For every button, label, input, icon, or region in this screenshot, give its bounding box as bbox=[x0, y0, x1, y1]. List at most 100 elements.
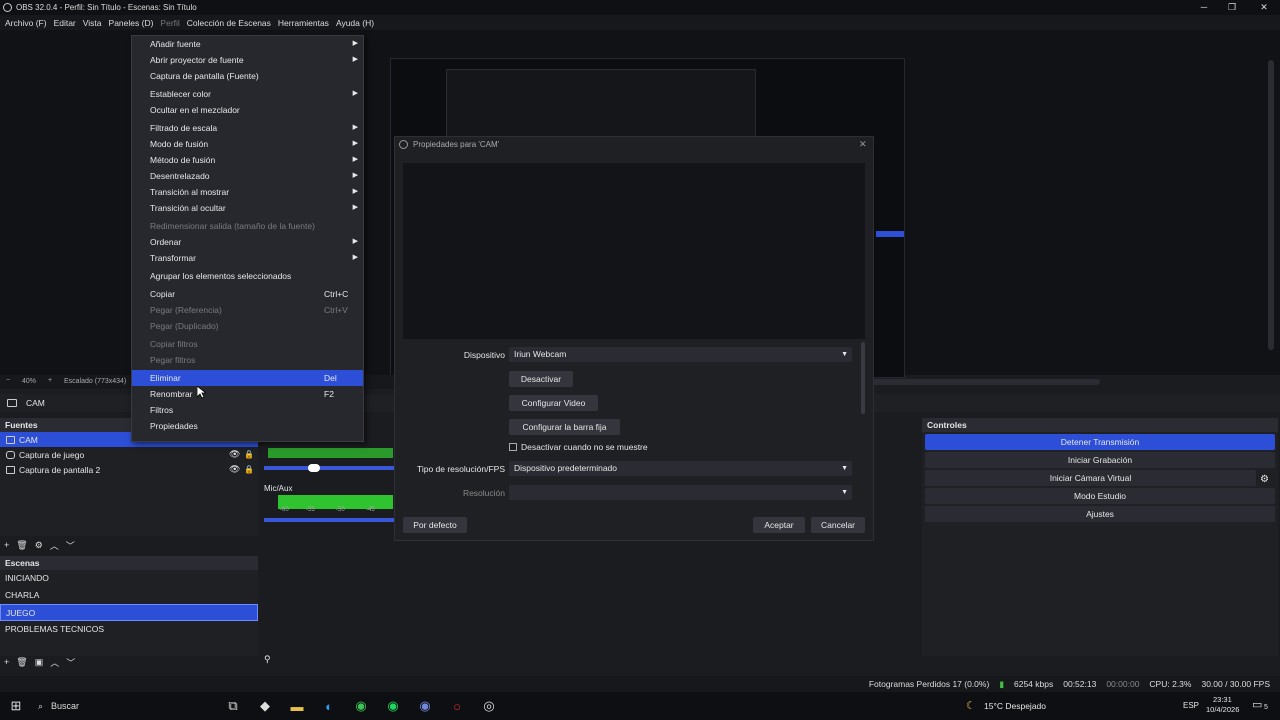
volume-slider-handle[interactable] bbox=[308, 464, 320, 472]
studio-mode-button[interactable]: Modo Estudio bbox=[925, 488, 1275, 504]
menu-item-show-transition[interactable]: Transición al mostrar ▶ bbox=[132, 184, 363, 200]
windows-start-icon[interactable]: ⊞ bbox=[5, 695, 27, 717]
zoom-out-icon[interactable]: − bbox=[6, 377, 10, 384]
resolution-select[interactable]: ▼ bbox=[509, 485, 852, 500]
notification-icon[interactable]: ▭ bbox=[1252, 698, 1262, 711]
menu-item-blend-mode[interactable]: Modo de fusión ▶ bbox=[132, 136, 363, 152]
configure-video-button[interactable]: Configurar Video bbox=[509, 395, 598, 411]
zoom-in-icon[interactable]: + bbox=[48, 377, 52, 384]
configure-crossbar-button[interactable]: Configurar la barra fija bbox=[509, 419, 620, 435]
gear-icon[interactable]: ⚙ bbox=[1260, 474, 1269, 485]
menu-item-deinterlacing[interactable]: Desentrelazado ▶ bbox=[132, 168, 363, 184]
close-icon[interactable]: ✕ bbox=[859, 139, 867, 150]
menu-item-label: Copiar bbox=[150, 289, 176, 299]
menu-item-hide-transition[interactable]: Transición al ocultar ▶ bbox=[132, 200, 363, 216]
menu-item-group-selected[interactable]: Agrupar los elementos seleccionados bbox=[132, 268, 363, 284]
menu-item-scale-filtering[interactable]: Filtrado de escala ▶ bbox=[132, 120, 363, 136]
menu-item-properties[interactable]: Propiedades bbox=[132, 418, 363, 434]
add-scene-icon[interactable]: + bbox=[4, 657, 9, 667]
menu-archivo[interactable]: Archivo (F) bbox=[5, 18, 47, 28]
menu-item-shortcut: Ctrl+V bbox=[324, 305, 348, 315]
eye-icon[interactable]: 👁 bbox=[229, 464, 240, 475]
resolution-type-label: Tipo de resolución/FPS bbox=[416, 464, 505, 474]
menu-vista[interactable]: Vista bbox=[83, 18, 102, 28]
add-source-icon[interactable]: + bbox=[4, 540, 9, 550]
whatsapp-icon[interactable]: ◉ bbox=[350, 695, 372, 717]
clock-time[interactable]: 23:31 bbox=[1213, 695, 1232, 704]
menu-item-set-color[interactable]: Establecer color ▶ bbox=[132, 86, 363, 102]
stop-stream-button[interactable]: Detener Transmisión bbox=[925, 434, 1275, 450]
menu-item-filters[interactable]: Filtros bbox=[132, 402, 363, 418]
preview-scrollbar[interactable] bbox=[1268, 60, 1274, 350]
device-label: Dispositivo bbox=[463, 350, 505, 360]
language-indicator[interactable]: ESP bbox=[1183, 701, 1199, 710]
obs-taskbar-icon[interactable]: ◎ bbox=[478, 695, 500, 717]
gear-icon[interactable]: ⚙ bbox=[35, 540, 43, 551]
menu-item-transform[interactable]: Transformar ▶ bbox=[132, 250, 363, 266]
close-button[interactable]: ✕ bbox=[1248, 0, 1280, 15]
arrow-down-icon[interactable]: ﹀ bbox=[66, 656, 75, 669]
menu-item-screenshot-source[interactable]: Captura de pantalla (Fuente) bbox=[132, 68, 363, 84]
task-view-icon[interactable]: ⧉ bbox=[222, 695, 244, 717]
arrow-down-icon[interactable]: ﹀ bbox=[66, 539, 75, 552]
link-icon[interactable]: ⚲ bbox=[264, 654, 271, 665]
spotify-icon[interactable]: ◉ bbox=[382, 695, 404, 717]
scene-item-problemas-tecnicos[interactable]: PROBLEMAS TECNICOS bbox=[0, 621, 258, 638]
gamepad-icon bbox=[6, 450, 15, 459]
resolution-type-select[interactable]: Dispositivo predeterminado ▼ bbox=[509, 461, 852, 476]
edge-icon[interactable]: ◐ bbox=[318, 695, 340, 717]
menu-item-blend-method[interactable]: Método de fusión ▶ bbox=[132, 152, 363, 168]
trash-icon[interactable]: 🗑 bbox=[16, 657, 27, 668]
trash-icon[interactable]: 🗑 bbox=[16, 540, 27, 551]
volume-slider-1[interactable] bbox=[264, 466, 394, 470]
opera-icon[interactable]: ○ bbox=[446, 695, 468, 717]
properties-scrollbar[interactable] bbox=[861, 342, 865, 414]
menu-item-remove[interactable]: Eliminar Del bbox=[132, 370, 363, 386]
camera-icon bbox=[7, 399, 17, 407]
file-explorer-icon[interactable]: ▬ bbox=[286, 695, 308, 717]
accept-button[interactable]: Aceptar bbox=[753, 517, 805, 533]
copilot-icon[interactable]: ◆ bbox=[254, 695, 276, 717]
source-item-game-capture[interactable]: Captura de juego 👁 🔒 bbox=[0, 447, 258, 462]
deactivate-button[interactable]: Desactivar bbox=[509, 371, 573, 387]
maximize-button[interactable]: ❐ bbox=[1216, 0, 1248, 15]
arrow-up-icon[interactable]: ︿ bbox=[50, 656, 59, 669]
defaults-button[interactable]: Por defecto bbox=[403, 517, 467, 533]
weather-text[interactable]: 15°C Despejado bbox=[984, 701, 1046, 711]
chevron-down-icon: ▼ bbox=[841, 351, 848, 358]
mixer-channel-label: Mic/Aux bbox=[264, 484, 293, 493]
device-select[interactable]: Iriun Webcam ▼ bbox=[509, 347, 852, 362]
menu-item-add-source[interactable]: Añadir fuente ▶ bbox=[132, 36, 363, 52]
lock-icon[interactable]: 🔒 bbox=[244, 450, 254, 459]
lock-icon[interactable]: 🔒 bbox=[244, 465, 254, 474]
source-item-screen-capture[interactable]: Captura de pantalla 2 👁 🔒 bbox=[0, 462, 258, 477]
menu-item-hide-in-mixer[interactable]: Ocultar en el mezclador bbox=[132, 102, 363, 118]
menu-editar[interactable]: Editar bbox=[54, 18, 76, 28]
scene-item-juego[interactable]: JUEGO bbox=[0, 604, 258, 621]
menu-coleccion-escenas[interactable]: Colección de Escenas bbox=[187, 18, 271, 28]
menu-item-label: Pegar (Duplicado) bbox=[150, 321, 219, 331]
menu-item-open-source-projector[interactable]: Abrir proyector de fuente ▶ bbox=[132, 52, 363, 68]
menu-item-copy[interactable]: Copiar Ctrl+C bbox=[132, 286, 363, 302]
weather-moon-icon: ☾ bbox=[966, 700, 976, 712]
settings-button[interactable]: Ajustes bbox=[925, 506, 1275, 522]
taskbar-search[interactable]: ⌕ Buscar bbox=[32, 695, 217, 717]
start-recording-button[interactable]: Iniciar Grabación bbox=[925, 452, 1275, 468]
filter-icon[interactable]: ▣ bbox=[35, 657, 44, 668]
start-virtual-camera-button[interactable]: Iniciar Cámara Virtual bbox=[925, 470, 1256, 486]
discord-icon[interactable]: ◉ bbox=[414, 695, 436, 717]
clock-date[interactable]: 10/4/2026 bbox=[1206, 705, 1239, 714]
scene-item-charla[interactable]: CHARLA bbox=[0, 587, 258, 604]
cancel-button[interactable]: Cancelar bbox=[811, 517, 865, 533]
menu-paneles[interactable]: Paneles (D) bbox=[109, 18, 154, 28]
scene-item-iniciando[interactable]: INICIANDO bbox=[0, 570, 258, 587]
eye-icon[interactable]: 👁 bbox=[229, 449, 240, 460]
menu-item-order[interactable]: Ordenar ▶ bbox=[132, 234, 363, 250]
menu-ayuda[interactable]: Ayuda (H) bbox=[336, 18, 374, 28]
menu-item-rename[interactable]: Renombrar F2 bbox=[132, 386, 363, 402]
deactivate-when-hidden-checkbox[interactable] bbox=[509, 443, 517, 451]
arrow-up-icon[interactable]: ︿ bbox=[50, 539, 59, 552]
volume-slider-2[interactable] bbox=[264, 518, 394, 522]
meter-channel-1 bbox=[268, 448, 393, 458]
menu-herramientas[interactable]: Herramientas bbox=[278, 18, 329, 28]
